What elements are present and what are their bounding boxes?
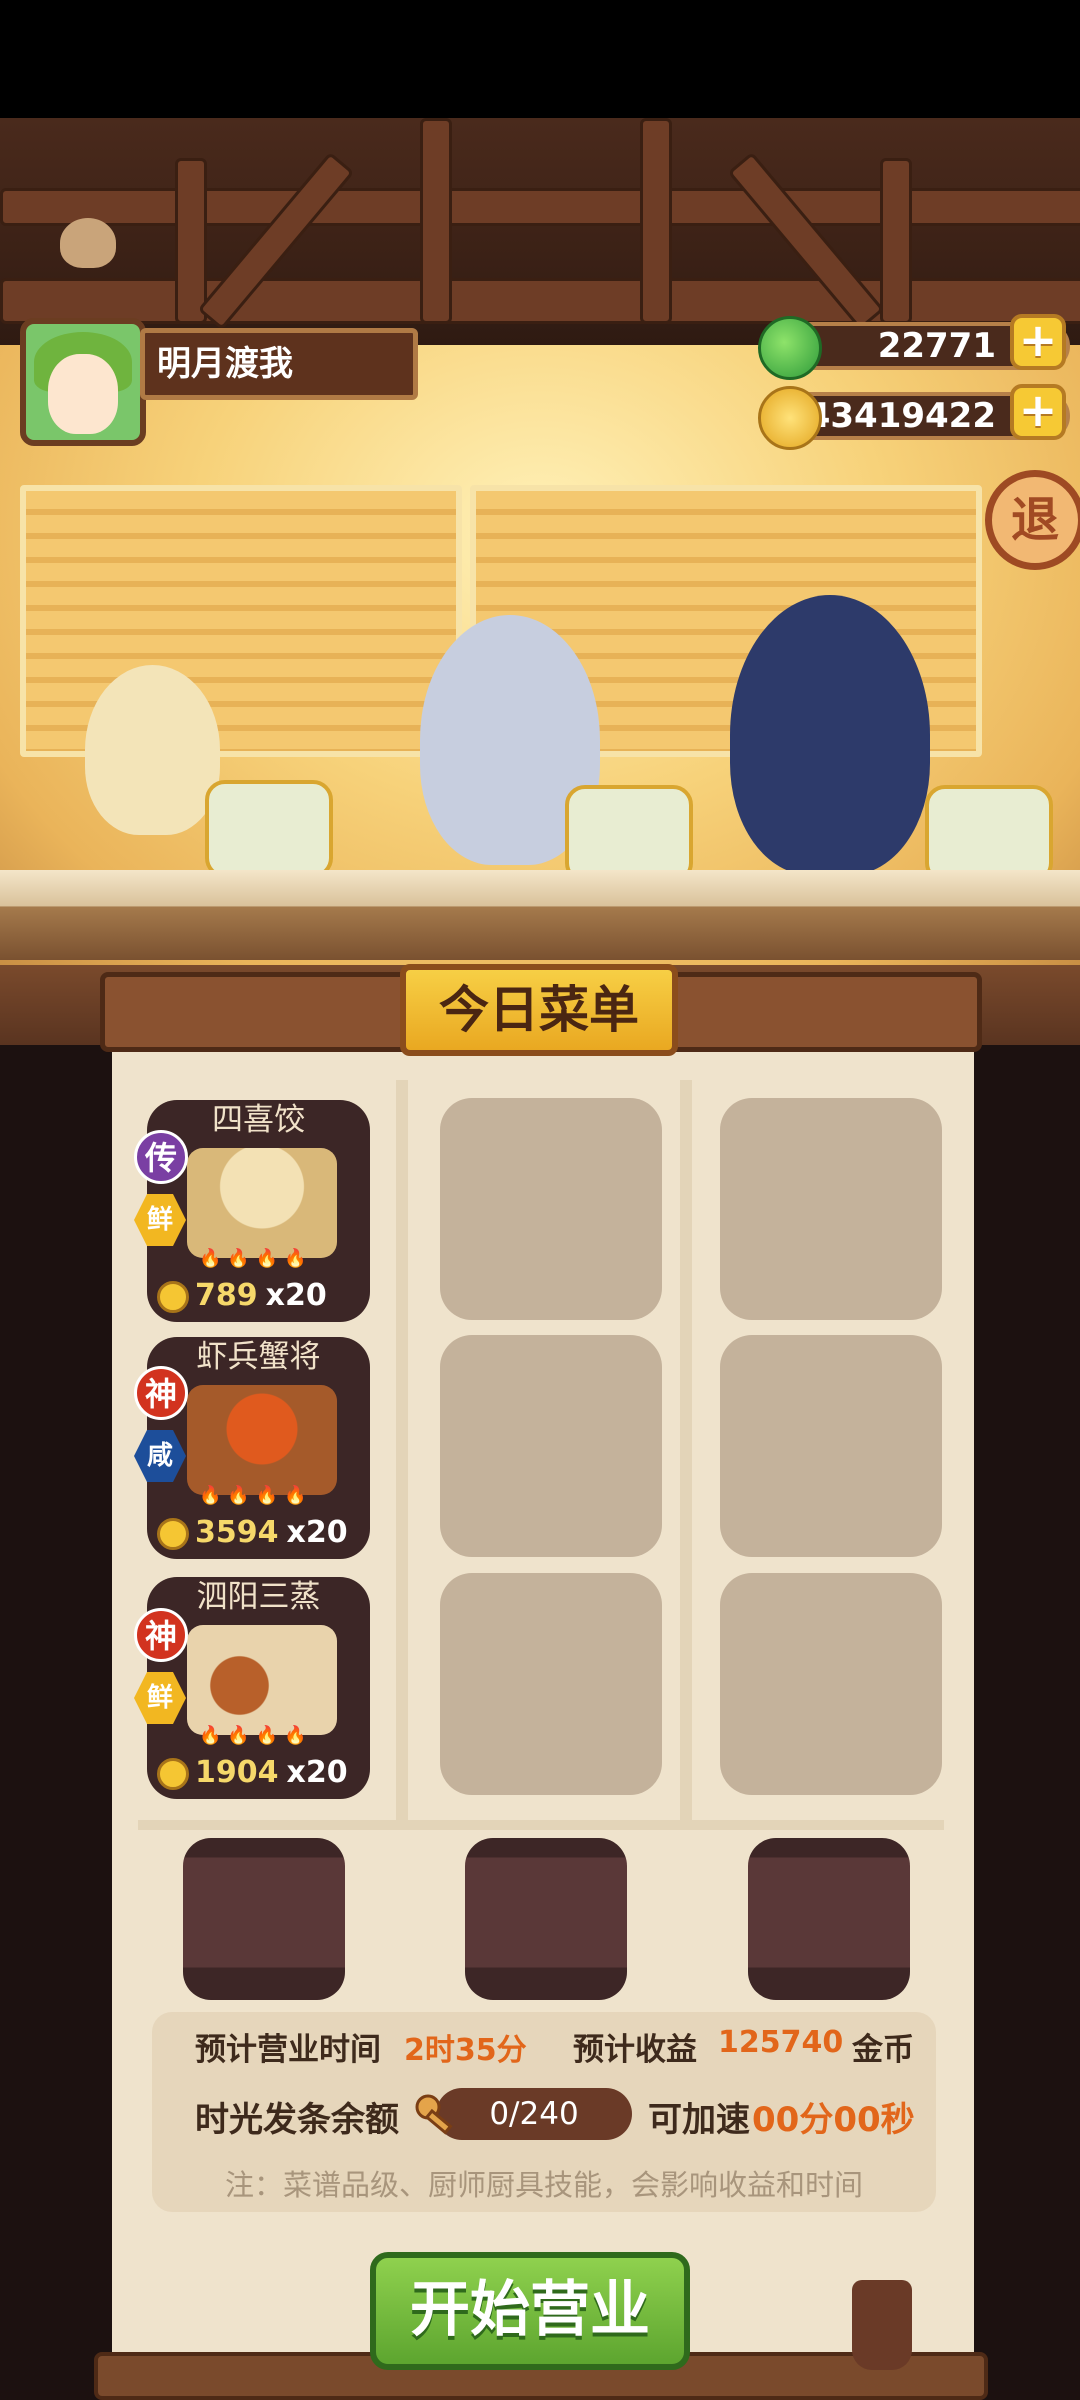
dish-price: 3594 x20	[157, 1513, 367, 1553]
empty-dish-slot[interactable]	[440, 1573, 662, 1795]
time-value: 2时35分	[404, 2033, 527, 2068]
dumpling-steamer-image	[187, 1148, 337, 1258]
rank-badge-god: 神	[134, 1366, 188, 1420]
flame-icons: 🔥🔥🔥🔥	[199, 1725, 313, 1746]
jade-amount: 22771	[877, 326, 996, 366]
roof-rafters	[0, 118, 1080, 348]
coin-icon	[157, 1517, 189, 1550]
flame-icons: 🔥🔥🔥🔥	[199, 1248, 313, 1269]
coin-amount: 43419422	[806, 396, 996, 436]
chef-slot[interactable]	[183, 1838, 345, 2000]
chef-character-right	[730, 595, 930, 875]
dish-price: 1904 x20	[157, 1753, 367, 1793]
income-unit: 金币	[852, 2032, 914, 2068]
income-value: 125740	[718, 2025, 844, 2060]
clockwork-balance: 0/240	[436, 2088, 632, 2140]
pot-left	[205, 780, 333, 878]
crab-dish-image	[187, 1385, 337, 1495]
rank-badge-god: 神	[134, 1608, 188, 1662]
dish-price: 789 x20	[157, 1276, 367, 1316]
rank-badge-legend: 传	[134, 1130, 188, 1184]
divider	[680, 1080, 692, 1820]
divider	[396, 1080, 408, 1820]
divider	[138, 1820, 944, 1830]
income-label: 预计收益	[573, 2032, 697, 2068]
empty-dish-slot[interactable]	[440, 1335, 662, 1557]
chef-slot[interactable]	[465, 1838, 627, 2000]
player-avatar[interactable]	[20, 318, 146, 446]
clockwork-key-icon	[415, 2094, 453, 2135]
empty-dish-slot[interactable]	[720, 1098, 942, 1320]
coin-icon	[758, 386, 822, 450]
kitchen-utensils-icon	[852, 2280, 912, 2370]
chef-slot[interactable]	[748, 1838, 910, 2000]
dish-name: 虾兵蟹将	[196, 1339, 321, 1375]
steamed-dishes-image	[187, 1625, 337, 1735]
jade-icon	[758, 316, 822, 380]
empty-dish-slot[interactable]	[440, 1098, 662, 1320]
shop-counter	[0, 870, 1080, 960]
menu-title: 今日菜单	[400, 964, 678, 1056]
speedup-value: 00分00秒	[752, 2100, 915, 2140]
player-name: 明月渡我	[140, 328, 418, 400]
flame-icons: 🔥🔥🔥🔥	[199, 1485, 313, 1506]
chef-character-left	[85, 665, 220, 835]
dish-name: 四喜饺	[212, 1102, 305, 1138]
add-coin-button[interactable]: +	[1010, 384, 1066, 440]
empty-dish-slot[interactable]	[720, 1573, 942, 1795]
balance-label: 时光发条余额	[195, 2100, 399, 2140]
empty-dish-slot[interactable]	[720, 1335, 942, 1557]
status-bar	[0, 0, 1080, 118]
pot-right	[925, 785, 1053, 883]
bird-figure	[60, 218, 116, 268]
dish-name: 泗阳三蒸	[196, 1579, 321, 1615]
speedup-label: 可加速	[648, 2100, 750, 2140]
exit-button[interactable]: 退	[985, 470, 1080, 570]
add-jade-button[interactable]: +	[1010, 314, 1066, 370]
info-note: 注：菜谱品级、厨师厨具技能，会影响收益和时间	[224, 2168, 863, 2202]
time-label: 预计营业时间	[195, 2032, 381, 2068]
coin-icon	[157, 1757, 189, 1790]
coin-icon	[157, 1280, 189, 1313]
pot-center	[565, 785, 693, 883]
start-business-button[interactable]: 开始营业	[370, 2252, 690, 2370]
